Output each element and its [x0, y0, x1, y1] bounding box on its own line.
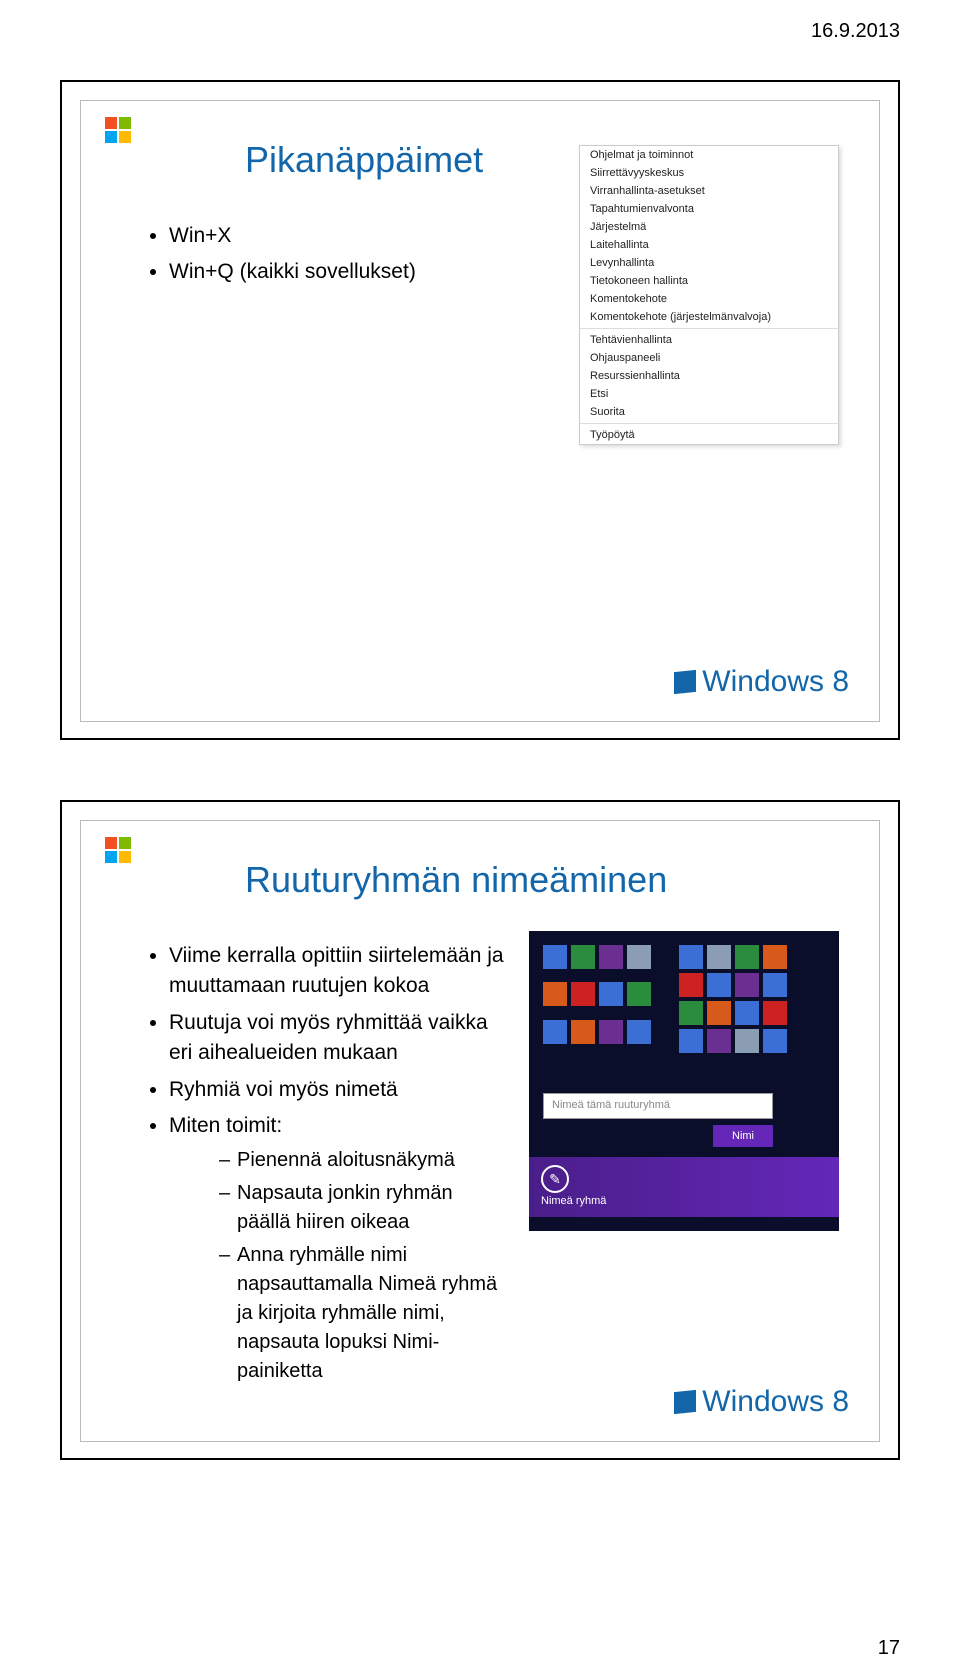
appbar: ✎ Nimeä ryhmä — [529, 1157, 839, 1217]
slide-1: Pikanäppäimet Win+X Win+Q (kaikki sovell… — [60, 80, 900, 740]
ctx-item[interactable]: Levynhallinta — [580, 254, 838, 272]
windows8-brand-text: Windows 8 — [702, 665, 849, 698]
ctx-item[interactable]: Komentokehote — [580, 290, 838, 308]
ctx-item[interactable]: Ohjauspaneeli — [580, 349, 838, 367]
document-page: 16.9.2013 Pikanäppäimet Win+X Win+Q (kai… — [0, 0, 960, 1680]
name-button[interactable]: Nimi — [713, 1125, 773, 1147]
tile-group[interactable] — [543, 945, 651, 1053]
windows-logo-icon — [105, 837, 133, 865]
windows-logo-icon — [105, 117, 133, 145]
appbar-label: Nimeä ryhmä — [541, 1195, 606, 1207]
windows8-brand: Windows 8 — [674, 665, 849, 699]
winx-context-menu: Ohjelmat ja toiminnot Siirrettävyyskesku… — [579, 145, 839, 445]
header-date: 16.9.2013 — [811, 20, 900, 43]
ctx-item[interactable]: Komentokehote (järjestelmänvalvoja) — [580, 308, 838, 326]
slide-2-bullets: Viime kerralla opittiin siirtelemään ja … — [105, 941, 505, 1392]
pencil-icon[interactable]: ✎ — [541, 1165, 569, 1193]
windows-brand-icon — [674, 670, 696, 694]
windows-brand-icon — [674, 1390, 696, 1414]
subbullet-item: Napsauta jonkin ryhmän päällä hiiren oik… — [219, 1179, 505, 1237]
bullet-item-label: Miten toimit: — [169, 1114, 282, 1137]
tile-groups — [543, 945, 825, 1053]
ctx-item[interactable]: Suorita — [580, 403, 838, 421]
ctx-item[interactable]: Resurssienhallinta — [580, 367, 838, 385]
bullet-item: Ruutuja voi myös ryhmittää vaikka eri ai… — [169, 1008, 505, 1069]
bullet-winx: Win+X — [169, 221, 535, 251]
bullet-item: Ryhmiä voi myös nimetä — [169, 1075, 505, 1105]
tile-group[interactable] — [679, 945, 787, 1053]
ctx-item[interactable]: Tehtävienhallinta — [580, 331, 838, 349]
bullet-winq: Win+Q (kaikki sovellukset) — [169, 257, 535, 287]
slide-2: Ruuturyhmän nimeäminen Viime kerralla op… — [60, 800, 900, 1460]
slide-2-inner: Ruuturyhmän nimeäminen Viime kerralla op… — [80, 820, 880, 1442]
bullet-item: Viime kerralla opittiin siirtelemään ja … — [169, 941, 505, 1002]
ctx-item[interactable]: Siirrettävyyskeskus — [580, 164, 838, 182]
ctx-item[interactable]: Tietokoneen hallinta — [580, 272, 838, 290]
ctx-item[interactable]: Etsi — [580, 385, 838, 403]
windows8-brand: Windows 8 — [674, 1385, 849, 1419]
bullet-item: Miten toimit: Pienennä aloitusnäkymä Nap… — [169, 1111, 505, 1385]
ctx-item[interactable]: Virranhallinta-asetukset — [580, 182, 838, 200]
subbullet-item: Pienennä aloitusnäkymä — [219, 1146, 505, 1175]
subbullet-item: Anna ryhmälle nimi napsauttamalla Nimeä … — [219, 1241, 505, 1386]
slide-2-subbullets: Pienennä aloitusnäkymä Napsauta jonkin r… — [179, 1146, 505, 1386]
ctx-item[interactable]: Laitehallinta — [580, 236, 838, 254]
slide-2-title: Ruuturyhmän nimeäminen — [245, 859, 855, 901]
ctx-item[interactable]: Ohjelmat ja toiminnot — [580, 146, 838, 164]
slide-1-inner: Pikanäppäimet Win+X Win+Q (kaikki sovell… — [80, 100, 880, 722]
ctx-item[interactable]: Järjestelmä — [580, 218, 838, 236]
slide-1-bullets: Win+X Win+Q (kaikki sovellukset) — [105, 221, 535, 288]
start-screen-mock: Nimeä tämä ruuturyhmä Nimi ✎ Nimeä ryhmä — [529, 931, 839, 1231]
ctx-item[interactable]: Tapahtumienvalvonta — [580, 200, 838, 218]
page-number: 17 — [878, 1637, 900, 1660]
windows8-brand-text: Windows 8 — [702, 1385, 849, 1418]
ctx-item[interactable]: Työpöytä — [580, 426, 838, 444]
group-name-input[interactable]: Nimeä tämä ruuturyhmä — [543, 1093, 773, 1119]
